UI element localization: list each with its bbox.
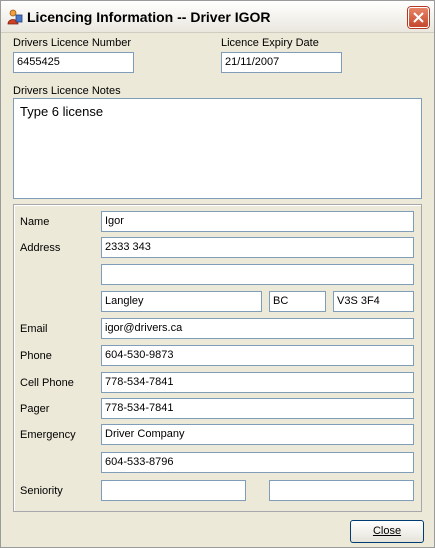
- phone-field[interactable]: 604-530-9873: [101, 345, 414, 366]
- seniority-field-1[interactable]: [101, 480, 246, 501]
- address-line1-field[interactable]: 2333 343: [101, 237, 414, 258]
- title-bar: Licencing Information -- Driver IGOR: [1, 1, 434, 33]
- cell-phone-label: Cell Phone: [20, 377, 74, 389]
- licence-number-field[interactable]: 6455425: [13, 52, 134, 73]
- name-label: Name: [20, 216, 50, 228]
- close-x-icon: [413, 12, 424, 23]
- licence-number-label: Drivers Licence Number: [13, 37, 131, 49]
- licence-notes-textarea[interactable]: Type 6 license: [13, 98, 422, 199]
- pager-label: Pager: [20, 403, 50, 415]
- postal-code-field[interactable]: V3S 3F4: [333, 291, 414, 312]
- emergency-label: Emergency: [20, 429, 76, 441]
- emergency-name-field[interactable]: Driver Company: [101, 424, 414, 445]
- window-close-button[interactable]: [408, 7, 429, 28]
- seniority-field-2[interactable]: [269, 480, 414, 501]
- pager-field[interactable]: 778-534-7841: [101, 398, 414, 419]
- email-label: Email: [20, 323, 48, 335]
- close-button[interactable]: Close: [350, 520, 424, 543]
- address-label: Address: [20, 242, 61, 254]
- seniority-label: Seniority: [20, 485, 63, 497]
- province-field[interactable]: BC: [269, 291, 326, 312]
- licencing-dialog: Licencing Information -- Driver IGOR Dri…: [0, 0, 435, 548]
- city-field[interactable]: Langley: [101, 291, 262, 312]
- licence-notes-label: Drivers Licence Notes: [13, 85, 121, 97]
- name-field[interactable]: Igor: [101, 211, 414, 232]
- phone-label: Phone: [20, 350, 52, 362]
- licence-expiry-field[interactable]: 21/11/2007: [221, 52, 342, 73]
- driver-person-icon: [7, 9, 23, 25]
- window-title: Licencing Information -- Driver IGOR: [27, 9, 271, 25]
- address-line2-field[interactable]: [101, 264, 414, 285]
- emergency-phone-field[interactable]: 604-533-8796: [101, 452, 414, 473]
- close-button-label: Close: [372, 525, 402, 537]
- email-field[interactable]: igor@drivers.ca: [101, 318, 414, 339]
- licence-expiry-label: Licence Expiry Date: [221, 37, 319, 49]
- cell-phone-field[interactable]: 778-534-7841: [101, 372, 414, 393]
